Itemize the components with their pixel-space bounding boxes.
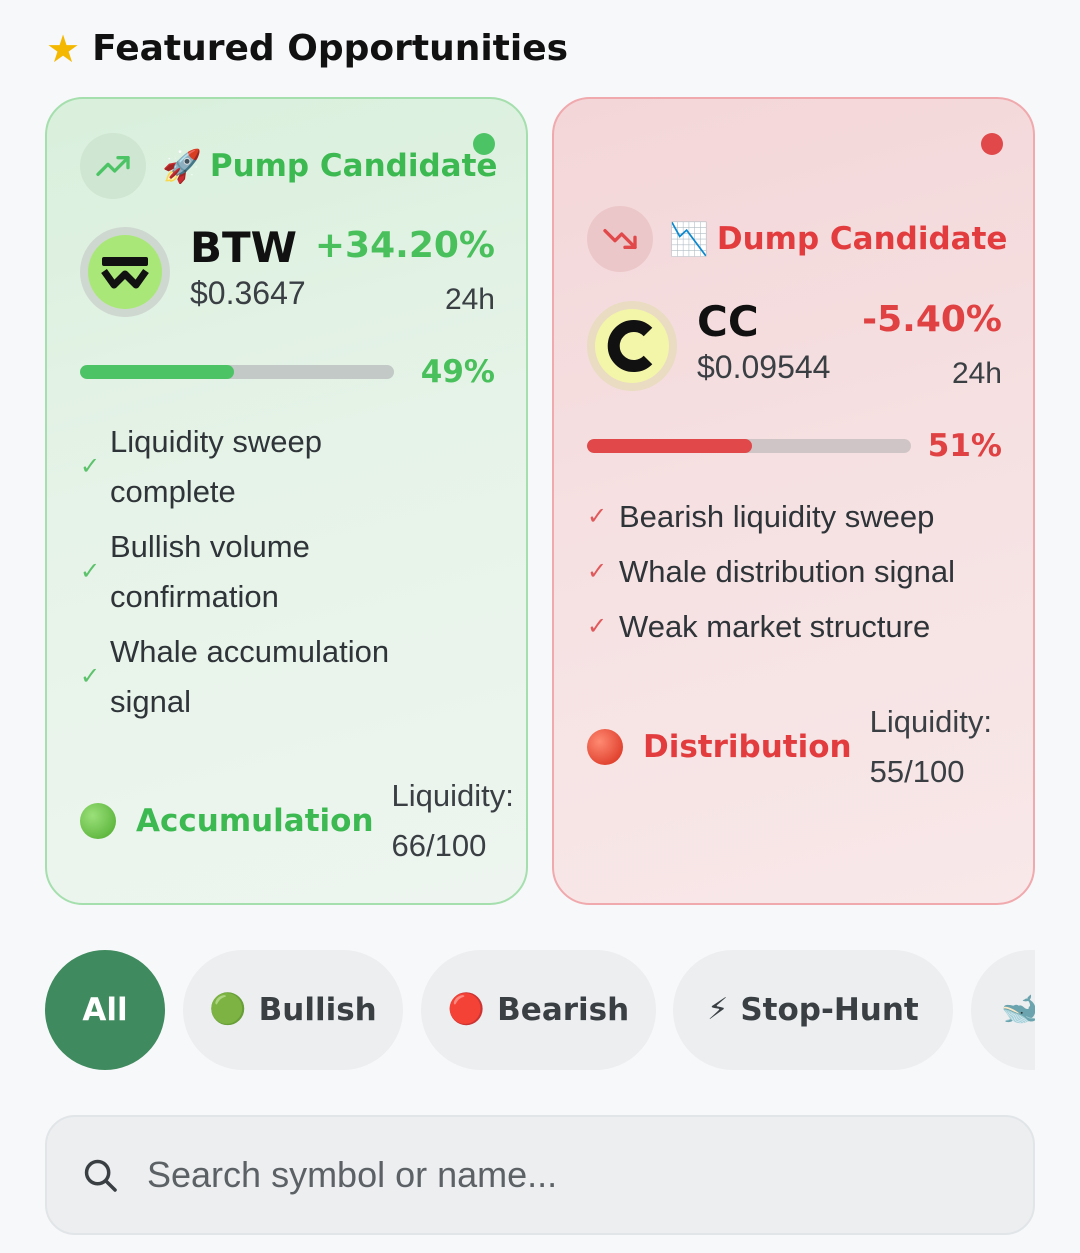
pump-candidate-card[interactable]: 🚀 Pump Candidate BTW $0.3647 +34.20% 24h… [45,97,528,905]
coin-summary: BTW $0.3647 +34.20% 24h [80,223,495,319]
price-change: +34.20% [314,225,495,266]
search-bar[interactable] [45,1115,1035,1235]
coin-logo [80,227,170,317]
filter-chip-stop-hunt[interactable]: ⚡ Stop-Hunt [673,950,953,1070]
red-circle-icon: 🔴 [447,992,486,1027]
probability-bar: 49% [80,352,495,392]
lightning-icon: ⚡ [707,992,729,1027]
chart-down-icon: 📉 [669,221,709,257]
progress-percent: 49% [420,354,495,390]
coin-price: $0.09544 [697,349,831,385]
signal-item: ✓ Liquidity sweep complete [80,424,322,509]
check-icon: ✓ [587,558,608,585]
filter-chip-whale[interactable]: 🐋 [971,950,1035,1070]
progress-track [80,365,394,379]
coin-symbol: CC [697,297,759,346]
signal-item: ✓ Whale distribution signal [587,544,1017,599]
filter-chip-all[interactable]: All [45,950,165,1070]
green-circle-icon [80,803,116,839]
trend-down-icon [587,206,653,272]
signal-item: ✓ Whale accumulation signal [80,634,390,719]
candidate-header: 🚀 Pump Candidate [80,133,497,199]
coin-summary: CC $0.09544 -5.40% 24h [587,297,1002,393]
change-period: 24h [951,357,1002,390]
filter-chip-bullish[interactable]: 🟢 Bullish [183,950,403,1070]
filter-chip-bearish[interactable]: 🔴 Bearish [421,950,656,1070]
filter-chip-bar: All 🟢 Bullish 🔴 Bearish ⚡ Stop-Hunt 🐋 [45,950,1035,1070]
liquidity-score: Liquidity: 66/100 [391,778,514,863]
signal-item: ✓ Weak market structure [587,599,1017,654]
probability-bar: 51% [587,426,1002,466]
phase-label: Distribution [643,729,852,765]
search-icon [84,1159,117,1192]
candidate-label: Pump Candidate [209,148,498,184]
progress-track [587,439,911,453]
liquidity-score: Liquidity: 55/100 [869,704,992,789]
red-circle-icon [587,729,623,765]
section-title-text: Featured Opportunities [92,28,569,69]
coin-price: $0.3647 [190,275,306,311]
progress-fill [587,439,753,453]
signal-item: ✓ Bearish liquidity sweep [587,489,1017,544]
check-icon: ✓ [587,503,608,530]
signal-list: ✓ Liquidity sweep complete ✓ Bullish volum… [80,417,500,732]
check-icon: ✓ [80,558,101,585]
price-change: -5.40% [862,299,1002,340]
green-circle-icon: 🟢 [209,992,247,1027]
change-period: 24h [444,283,495,316]
progress-fill [80,365,234,379]
progress-percent: 51% [927,428,1002,464]
dump-candidate-card[interactable]: 📉 Dump Candidate CC $0.09544 -5.40% 24h … [552,97,1035,905]
section-title: ★ Featured Opportunities [46,28,568,69]
phase-row: Accumulation Liquidity: 66/100 [80,771,514,871]
candidate-header: 📉 Dump Candidate [587,206,1007,272]
phase-label: Accumulation [136,803,374,839]
live-status-dot [981,133,1003,155]
search-input[interactable] [147,1154,947,1196]
phase-row: Distribution Liquidity: 55/100 [587,697,992,797]
signal-item: ✓ Bullish volume confirmation [80,529,310,614]
coin-symbol: BTW [190,223,297,272]
signal-list: ✓ Bearish liquidity sweep ✓ Whale distribu… [587,489,1017,654]
rocket-icon: 🚀 [162,148,202,184]
check-icon: ✓ [80,453,101,480]
trend-up-icon [80,133,146,199]
whale-icon: 🐋 [1001,992,1035,1027]
check-icon: ✓ [80,663,101,690]
check-icon: ✓ [587,613,608,640]
coin-logo [587,301,677,391]
star-icon: ★ [46,26,81,71]
candidate-label: Dump Candidate [716,221,1008,257]
